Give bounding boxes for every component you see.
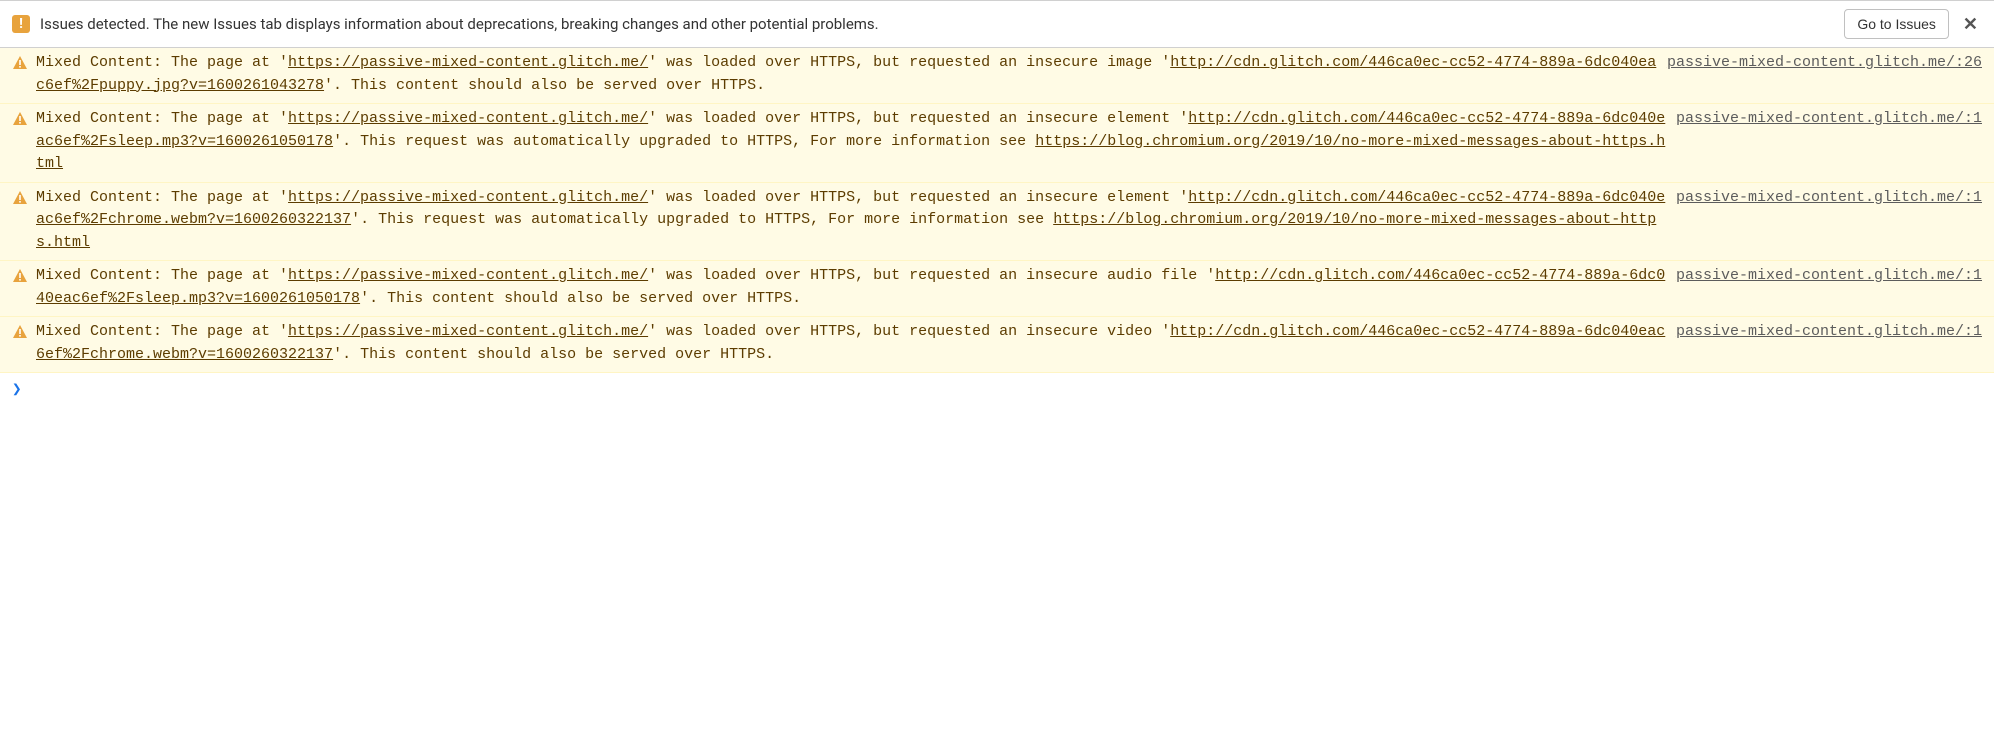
warning-text-fragment: Mixed Content: The page at ' (36, 54, 288, 71)
warning-text-fragment: Mixed Content: The page at ' (36, 323, 288, 340)
warning-text-fragment: '. This request was automatically upgrad… (333, 133, 1035, 150)
warning-triangle-icon (12, 55, 28, 71)
warning-message: Mixed Content: The page at 'https://pass… (36, 265, 1676, 310)
source-location-link[interactable]: passive-mixed-content.glitch.me/:1 (1676, 321, 1982, 344)
page-url-link[interactable]: https://passive-mixed-content.glitch.me/ (288, 323, 648, 340)
warning-message: Mixed Content: The page at 'https://pass… (36, 187, 1676, 255)
source-location-link[interactable]: passive-mixed-content.glitch.me/:1 (1676, 265, 1982, 288)
console-warning-row: Mixed Content: The page at 'https://pass… (0, 104, 1994, 183)
warning-text-fragment: '. This content should also be served ov… (324, 77, 765, 94)
issues-bar-text: Issues detected. The new Issues tab disp… (40, 15, 1834, 33)
warning-message: Mixed Content: The page at 'https://pass… (36, 321, 1676, 366)
page-url-link[interactable]: https://passive-mixed-content.glitch.me/ (288, 189, 648, 206)
source-location-link[interactable]: passive-mixed-content.glitch.me/:1 (1676, 187, 1982, 210)
warning-text-fragment: ' was loaded over HTTPS, but requested a… (648, 189, 1188, 206)
warning-text-fragment: Mixed Content: The page at ' (36, 267, 288, 284)
warning-text-fragment: ' was loaded over HTTPS, but requested a… (648, 54, 1170, 71)
issues-badge-icon: ! (12, 15, 30, 33)
console-warning-row: Mixed Content: The page at 'https://pass… (0, 183, 1994, 262)
warning-message: Mixed Content: The page at 'https://pass… (36, 108, 1676, 176)
warning-text-fragment: '. This content should also be served ov… (333, 346, 774, 363)
warning-text-fragment: Mixed Content: The page at ' (36, 189, 288, 206)
warning-text-fragment: Mixed Content: The page at ' (36, 110, 288, 127)
warning-text-fragment: '. This request was automatically upgrad… (351, 211, 1053, 228)
issues-notification-bar: ! Issues detected. The new Issues tab di… (0, 1, 1994, 48)
warning-message: Mixed Content: The page at 'https://pass… (36, 52, 1667, 97)
source-location-link[interactable]: passive-mixed-content.glitch.me/:26 (1667, 52, 1982, 75)
go-to-issues-button[interactable]: Go to Issues (1844, 9, 1949, 39)
warning-text-fragment: '. This content should also be served ov… (360, 290, 801, 307)
source-location-link[interactable]: passive-mixed-content.glitch.me/:1 (1676, 108, 1982, 131)
warning-text-fragment: ' was loaded over HTTPS, but requested a… (648, 110, 1188, 127)
warning-text-fragment: ' was loaded over HTTPS, but requested a… (648, 267, 1215, 284)
page-url-link[interactable]: https://passive-mixed-content.glitch.me/ (288, 110, 648, 127)
console-warning-row: Mixed Content: The page at 'https://pass… (0, 48, 1994, 104)
console-input-prompt[interactable]: ❯ (0, 373, 1994, 405)
warning-triangle-icon (12, 111, 28, 127)
warning-triangle-icon (12, 324, 28, 340)
warning-triangle-icon (12, 268, 28, 284)
page-url-link[interactable]: https://passive-mixed-content.glitch.me/ (288, 267, 648, 284)
console-panel: ! Issues detected. The new Issues tab di… (0, 0, 1994, 405)
close-icon[interactable]: ✕ (1959, 14, 1982, 35)
console-warning-row: Mixed Content: The page at 'https://pass… (0, 317, 1994, 373)
page-url-link[interactable]: https://passive-mixed-content.glitch.me/ (288, 54, 648, 71)
console-warning-row: Mixed Content: The page at 'https://pass… (0, 261, 1994, 317)
warning-triangle-icon (12, 190, 28, 206)
warning-text-fragment: ' was loaded over HTTPS, but requested a… (648, 323, 1170, 340)
